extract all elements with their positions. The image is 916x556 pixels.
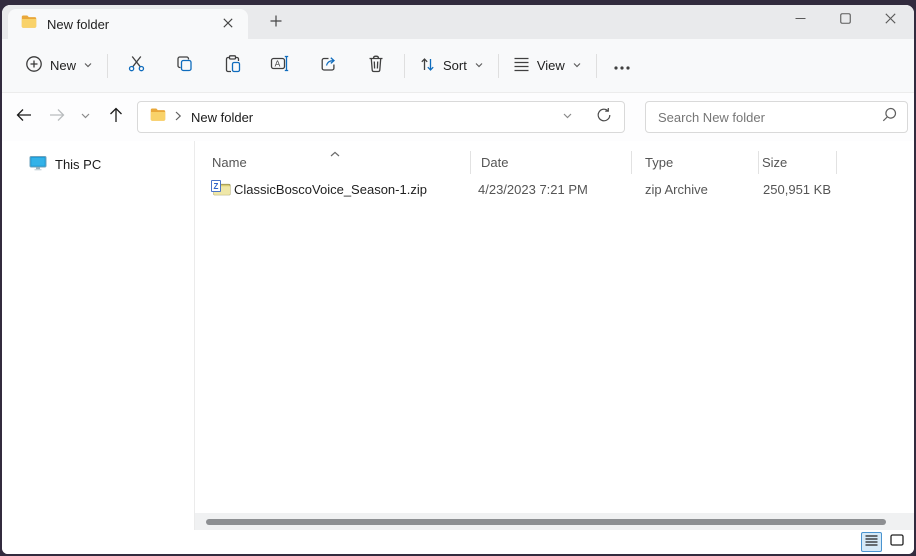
close-button[interactable] xyxy=(868,5,913,35)
plus-circle-icon xyxy=(25,55,43,76)
details-view-icon xyxy=(865,533,878,551)
zip-file-icon: Z xyxy=(211,180,231,196)
sidebar-item-this-pc[interactable]: This PC xyxy=(2,151,194,177)
column-header-type[interactable]: Type xyxy=(645,155,673,170)
maximize-icon xyxy=(840,11,851,29)
details-view-toggle[interactable] xyxy=(861,532,882,552)
file-name: ClassicBoscoVoice_Season-1.zip xyxy=(234,182,427,197)
search-icon xyxy=(882,107,897,127)
see-more-button[interactable] xyxy=(602,48,642,84)
ellipsis-icon xyxy=(614,57,630,75)
plus-icon xyxy=(270,14,282,32)
delete-button[interactable] xyxy=(353,48,399,84)
sort-button[interactable]: Sort xyxy=(410,48,493,84)
explorer-body: This PC Name Date Type Size Z ClassicBos… xyxy=(2,141,914,530)
copy-button[interactable] xyxy=(161,48,207,84)
sidebar-item-label: This PC xyxy=(55,156,102,172)
column-separator[interactable] xyxy=(470,151,471,174)
back-button[interactable] xyxy=(8,102,39,133)
breadcrumb-item[interactable]: New folder xyxy=(191,110,253,125)
sort-ascending-caret-icon xyxy=(330,144,340,162)
view-lines-icon xyxy=(513,57,530,75)
folder-icon xyxy=(21,15,37,33)
maximize-button[interactable] xyxy=(823,5,868,35)
file-explorer-window: New folder New A Sort View New folder Se… xyxy=(2,5,914,554)
chevron-down-icon xyxy=(80,108,91,126)
view-button-label: View xyxy=(536,58,565,73)
address-dropdown-button[interactable] xyxy=(553,103,581,131)
up-arrow-icon xyxy=(109,107,123,128)
folder-icon xyxy=(150,108,166,126)
scissors-icon xyxy=(127,54,146,78)
scrollbar-thumb[interactable] xyxy=(206,519,886,525)
new-tab-button[interactable] xyxy=(262,9,290,37)
column-separator[interactable] xyxy=(758,151,759,174)
address-row: New folder xyxy=(2,93,914,141)
zip-letter-badge: Z xyxy=(211,180,221,192)
clipboard-button-group: A xyxy=(113,48,399,84)
back-arrow-icon xyxy=(16,108,32,127)
file-list: Name Date Type Size Z ClassicBoscoVoice_… xyxy=(195,141,914,530)
rename-letter: A xyxy=(275,58,281,68)
navigation-sidebar: This PC xyxy=(2,141,195,530)
share-button[interactable] xyxy=(305,48,351,84)
search-input[interactable] xyxy=(658,109,876,125)
new-button-label: New xyxy=(50,58,77,73)
toolbar-separator xyxy=(595,53,597,78)
file-size: 250,951 KB xyxy=(763,182,831,197)
column-header-date[interactable]: Date xyxy=(481,155,508,170)
column-header-size[interactable]: Size xyxy=(762,155,787,170)
toolbar-separator xyxy=(404,53,406,78)
recent-locations-button[interactable] xyxy=(72,102,98,133)
status-bar xyxy=(2,530,914,554)
refresh-icon xyxy=(596,107,612,128)
column-separator[interactable] xyxy=(836,151,837,174)
horizontal-scrollbar[interactable] xyxy=(195,513,914,530)
refresh-button[interactable] xyxy=(590,103,618,131)
large-icons-view-icon xyxy=(889,533,904,551)
chevron-down-icon xyxy=(572,58,582,73)
rename-button[interactable]: A xyxy=(257,48,303,84)
forward-arrow-icon xyxy=(49,108,65,127)
file-date: 4/23/2023 7:21 PM xyxy=(478,182,588,197)
column-separator[interactable] xyxy=(631,151,632,174)
cut-button[interactable] xyxy=(113,48,159,84)
paste-icon xyxy=(223,54,242,78)
command-toolbar: New A Sort View xyxy=(2,39,914,93)
minimize-icon xyxy=(795,11,806,29)
rename-icon: A xyxy=(270,54,290,78)
file-type: zip Archive xyxy=(645,182,708,197)
close-icon xyxy=(223,15,233,33)
chevron-down-icon xyxy=(562,108,573,126)
tab-new-folder[interactable]: New folder xyxy=(8,9,248,39)
forward-button[interactable] xyxy=(41,102,72,133)
tab-close-button[interactable] xyxy=(218,14,238,34)
share-icon xyxy=(319,54,338,78)
tab-title: New folder xyxy=(47,16,110,32)
chevron-down-icon xyxy=(83,58,93,73)
sort-button-label: Sort xyxy=(443,58,467,73)
column-header-row: Name Date Type Size xyxy=(195,149,914,177)
close-icon xyxy=(885,11,896,29)
new-button[interactable]: New xyxy=(16,48,102,84)
trash-icon xyxy=(367,54,385,78)
monitor-icon xyxy=(29,155,47,174)
paste-button[interactable] xyxy=(209,48,255,84)
breadcrumb-chevron-icon xyxy=(175,108,182,126)
up-button[interactable] xyxy=(100,102,131,133)
large-icons-view-toggle[interactable] xyxy=(886,532,907,552)
file-row[interactable]: Z ClassicBoscoVoice_Season-1.zip 4/23/20… xyxy=(195,178,914,203)
toolbar-separator xyxy=(107,53,109,78)
chevron-down-icon xyxy=(474,58,484,73)
copy-icon xyxy=(175,54,194,78)
search-box[interactable] xyxy=(645,101,908,133)
minimize-button[interactable] xyxy=(778,5,823,35)
window-controls xyxy=(778,5,913,35)
column-header-name[interactable]: Name xyxy=(212,155,247,170)
toolbar-separator xyxy=(497,53,499,78)
view-button[interactable]: View xyxy=(504,48,591,84)
tab-bar: New folder xyxy=(2,5,914,39)
sort-icon xyxy=(419,56,436,76)
address-bar[interactable]: New folder xyxy=(137,101,625,133)
